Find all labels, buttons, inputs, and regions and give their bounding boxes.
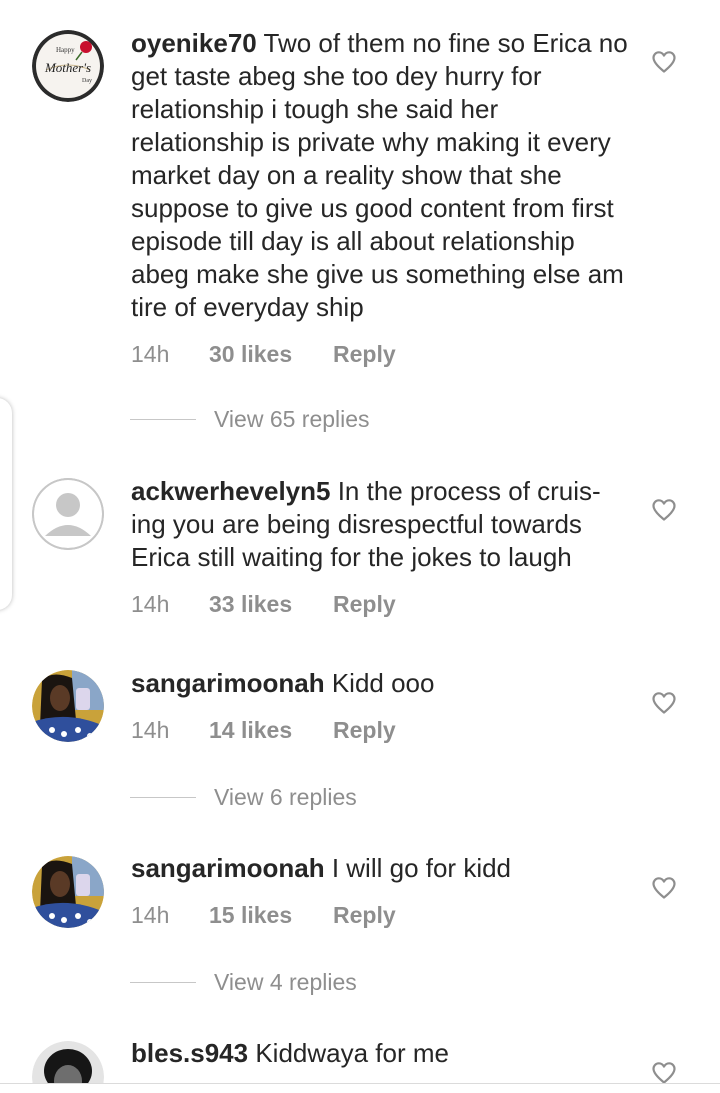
comment-body: bles.s943 Kiddwaya for me [131,1037,631,1070]
comment-username[interactable]: bles.s943 [131,1038,248,1068]
avatar[interactable] [32,1041,104,1083]
comment-item: bles.s943 Kiddwaya for me [0,0,720,1083]
comments-screen: Happy Mother's Day oyenike70 Two of them… [0,0,720,1093]
heart-outline-icon[interactable] [651,1061,677,1083]
comment-text-block: bles.s943 Kiddwaya for me [131,1037,631,1070]
bottom-divider [0,1083,720,1084]
comment-text: Kiddwaya for me [255,1038,449,1068]
